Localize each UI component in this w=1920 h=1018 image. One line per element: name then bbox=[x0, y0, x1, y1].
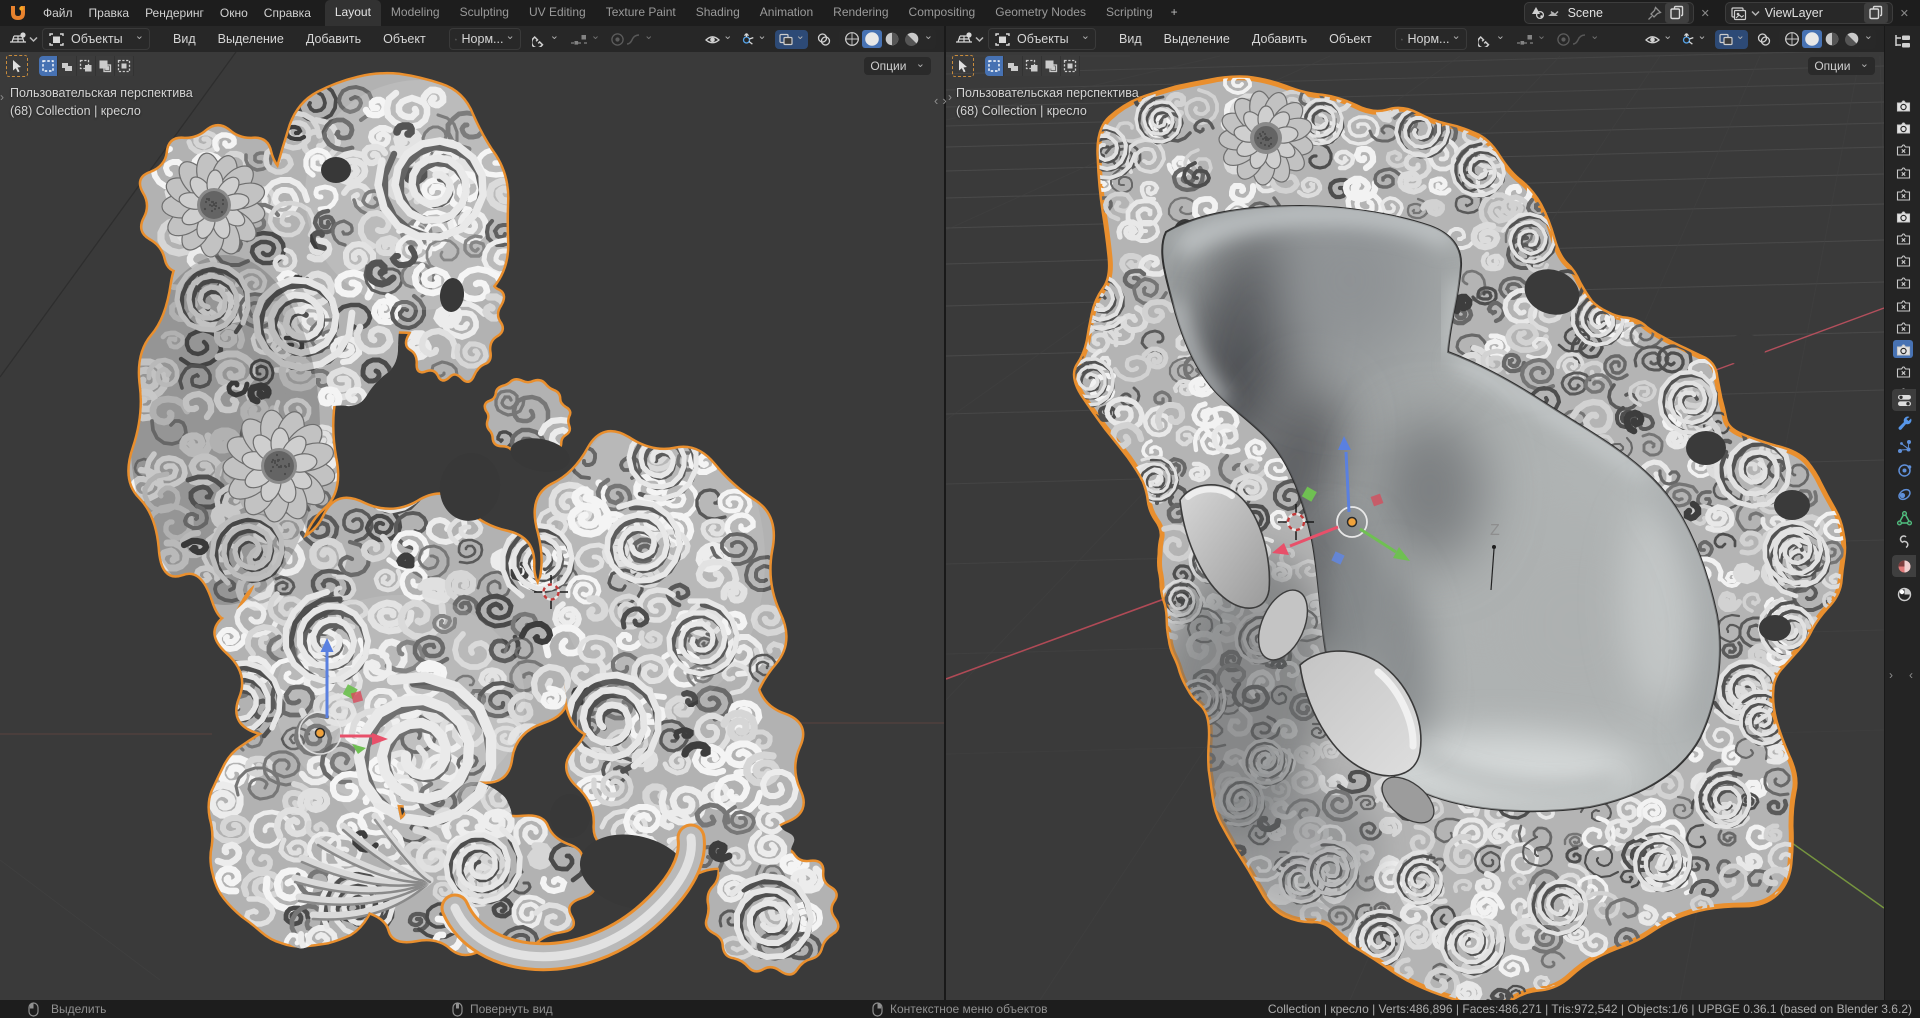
svg-text:Z: Z bbox=[1490, 522, 1500, 539]
